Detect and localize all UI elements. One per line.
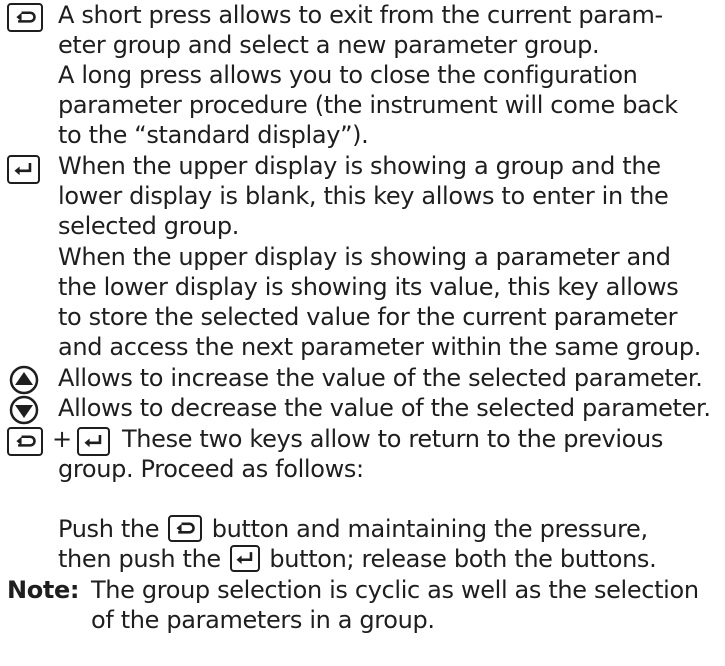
down-key-description: Allows to decrease the value of the sele… — [58, 394, 711, 422]
enter-return-icon — [7, 155, 40, 184]
combo-step-1-start: Push the — [58, 515, 160, 543]
exit-key-line-5: to the “standard display”). — [58, 121, 369, 149]
enter-return-icon — [230, 545, 261, 572]
combo-line-2: group. Proceed as follows: — [58, 455, 364, 483]
combo-line-1: These two keys allow to return to the pr… — [122, 425, 663, 453]
enter-return-icon — [77, 427, 110, 456]
loop-arrow-icon — [7, 3, 43, 32]
exit-key-line-4: parameter procedure (the instrument will… — [58, 91, 678, 119]
note-label: Note: — [7, 576, 80, 604]
enter-key-line-5: the lower display is showing its value, … — [58, 273, 679, 301]
combo-step-2: then push the button; release both the b… — [58, 544, 657, 574]
exit-key-line-2: eter group and select a new parameter gr… — [58, 31, 600, 59]
combo-step-2-start: then push the — [58, 545, 221, 573]
note-line-2: of the parameters in a group. — [91, 606, 435, 634]
combo-step-1-end: button and maintaining the pressure, — [211, 515, 648, 543]
loop-arrow-icon — [168, 515, 203, 542]
combo-step-2-end: button; release both the buttons. — [269, 545, 657, 573]
down-arrow-icon — [9, 395, 39, 425]
up-key-description: Allows to increase the value of the sele… — [58, 364, 703, 392]
exit-key-line-3: A long press allows you to close the con… — [58, 61, 638, 89]
exit-key-line-1: A short press allows to exit from the cu… — [58, 1, 663, 29]
loop-arrow-icon — [7, 427, 43, 456]
enter-key-line-3: selected group. — [58, 212, 240, 240]
combo-step-1: Push the button and maintaining the pres… — [58, 514, 648, 544]
enter-key-line-4: When the upper display is showing a para… — [58, 243, 671, 271]
combo-plus-sign: + — [52, 425, 72, 453]
note-line-1: The group selection is cyclic as well as… — [91, 576, 699, 604]
enter-key-line-6: to store the selected value for the curr… — [58, 303, 678, 331]
enter-key-line-1: When the upper display is showing a grou… — [58, 152, 661, 180]
up-arrow-icon — [9, 365, 39, 395]
enter-key-line-2: lower display is blank, this key allows … — [58, 182, 669, 210]
enter-key-line-7: and access the next parameter within the… — [58, 333, 701, 361]
